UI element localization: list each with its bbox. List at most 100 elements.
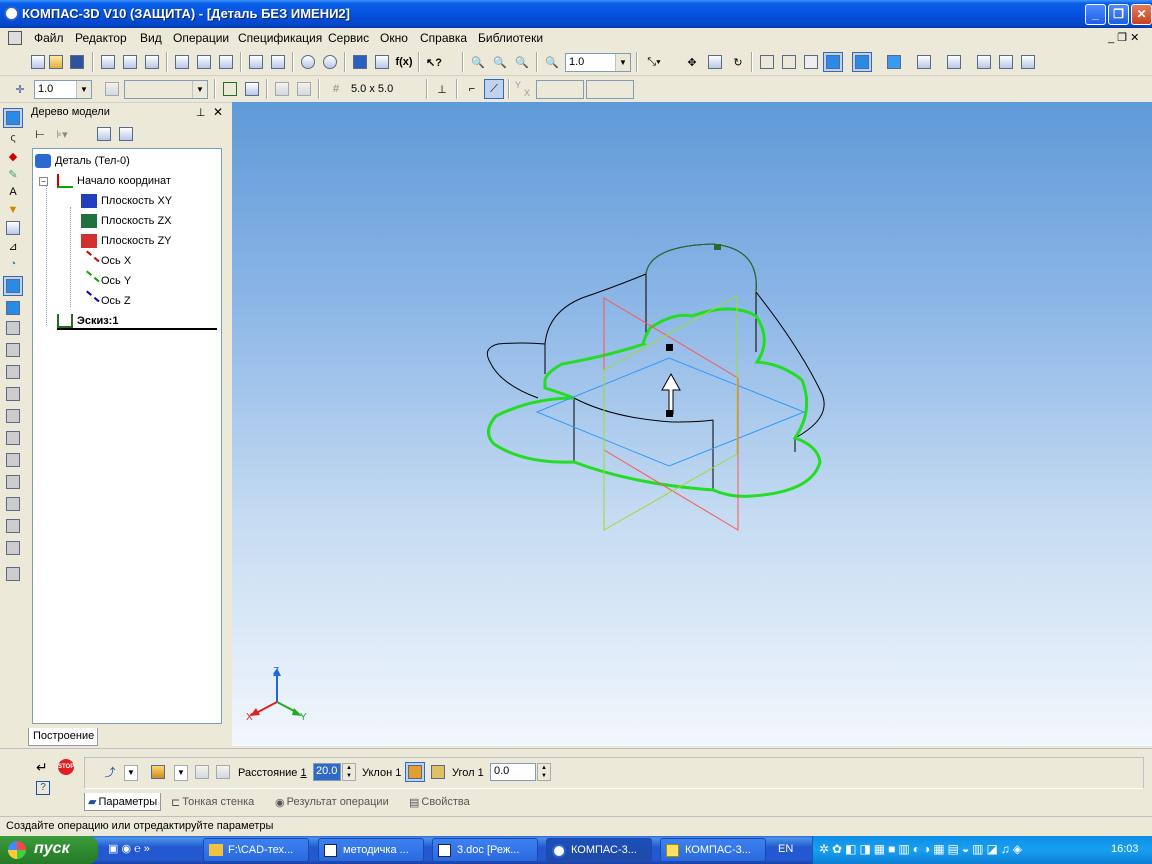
tree-item-origin[interactable]: Начало координат [57,174,171,188]
tree-export-icon[interactable] [116,124,136,144]
paste-icon[interactable] [216,52,236,72]
shaded-icon[interactable] [823,52,843,72]
wireframe-icon[interactable] [757,52,777,72]
tree-item-axis-x[interactable]: Ось X [78,250,131,272]
sketch-icon[interactable] [220,79,240,99]
tab-parameters[interactable]: ▰ Параметры [84,793,162,811]
taskbar-item-explorer[interactable]: F:\CAD-тех... [203,838,309,862]
create-object-icon[interactable]: ↵ [36,759,48,776]
edit-pencil-icon[interactable] [996,52,1016,72]
menu-specification[interactable]: Спецификация [238,31,322,45]
slope-toggle-icon[interactable] [405,762,425,782]
tree-view-icon[interactable]: ⊧▾ [52,124,72,144]
tree-item-detail[interactable]: Деталь (Тел-0) [35,154,130,168]
extrude-type-dropdown[interactable]: ▼ [174,765,188,781]
cut-extrude-icon[interactable] [3,298,23,318]
shell-icon[interactable] [3,428,23,448]
new-document-icon[interactable] [28,52,48,72]
taskbar-item-word-2[interactable]: 3.doc [Реж... [432,838,538,862]
cut-icon[interactable] [172,52,192,72]
tab-construction[interactable]: Построение [28,728,98,746]
section-op-icon[interactable] [3,472,23,492]
minimize-button[interactable]: _ [1085,4,1106,25]
distance-spinner[interactable]: ▲ ▼ [342,763,356,781]
tree-item-axis-y[interactable]: Ось Y [78,270,131,292]
zoom-out-icon[interactable]: 🔍 [512,52,532,72]
rib-icon[interactable] [3,406,23,426]
close-panel-icon[interactable]: ✕ [213,105,223,119]
3d-viewport[interactable]: Z X Y [232,102,1152,746]
copy-icon[interactable] [194,52,214,72]
taskbar-item-word-1[interactable]: методичка ... [318,838,424,862]
variables-fx-icon[interactable]: f(x) [394,52,414,72]
menu-window[interactable]: Окно [380,31,408,45]
pencil-icon[interactable] [294,79,314,99]
designations-icon[interactable]: A [3,182,23,202]
model-drawing[interactable]: Z X Y [232,102,1152,746]
undo-icon[interactable] [298,52,318,72]
tab-properties[interactable]: ▤ Свойства [406,793,473,811]
thin-lines-icon[interactable] [801,52,821,72]
rotate-op-icon[interactable] [3,318,23,338]
object-icon-2[interactable] [213,762,233,782]
menu-file[interactable]: Файл [34,31,64,45]
print-icon[interactable] [98,52,118,72]
view-points-icon[interactable]: ◆ [3,146,23,166]
print-preview-icon[interactable] [120,52,140,72]
object-icon-1[interactable] [192,762,212,782]
stop-icon[interactable]: STOP [58,759,74,775]
slope-icon[interactable] [3,450,23,470]
help-pointer-icon[interactable]: ↖? [424,52,444,72]
spec-object-icon[interactable] [974,52,994,72]
snap-point-icon[interactable]: ✛ [10,79,30,99]
zoom-window-icon[interactable]: 🔍 [468,52,488,72]
orientation-icon[interactable]: ⤡▾ [644,52,664,72]
loft-icon[interactable] [3,340,23,360]
tree-item-plane-zx[interactable]: Плоскость ZX [81,214,172,228]
filter-icon[interactable]: ▼ [3,200,23,220]
hole-icon[interactable] [3,538,23,558]
local-cs-icon[interactable]: ⊥ [432,79,452,99]
menu-edit[interactable]: Редактор [75,31,127,45]
taskbar-item-kompas-help[interactable]: КОМПАС-3... [660,838,766,862]
distance-input[interactable]: 20.0 [313,763,341,781]
tree-item-plane-xy[interactable]: Плоскость XY [81,194,172,208]
tree-item-plane-zy[interactable]: Плоскость ZY [81,234,172,248]
angle-input[interactable]: 0.0 [490,763,536,781]
open-folder-icon[interactable] [46,52,66,72]
clock[interactable]: 16:03 [1111,843,1139,855]
menu-libraries[interactable]: Библиотеки [478,31,543,45]
quick-launch-icons[interactable]: ▣ ◉ ℮ » [108,842,150,855]
menu-operations[interactable]: Операции [173,31,229,45]
grid-icon[interactable]: # [326,79,346,99]
document-icon[interactable] [8,31,22,45]
extrude-icon[interactable] [3,276,23,296]
library-icon[interactable] [372,52,392,72]
menu-service[interactable]: Сервис [328,31,369,45]
coord-x-field[interactable] [536,80,584,99]
help-icon[interactable]: ? [36,781,50,795]
fillet-icon[interactable] [3,362,23,382]
extrude-type-icon[interactable] [148,762,168,782]
manager-icon[interactable] [350,52,370,72]
properties-icon[interactable] [142,52,162,72]
geometry-icon[interactable]: ς [3,128,23,148]
tree-report-icon[interactable] [94,124,114,144]
section-icon[interactable] [914,52,934,72]
hidden-lines-icon[interactable] [779,52,799,72]
zoom-scale-icon[interactable]: 🔍 [542,52,562,72]
tab-operation-result[interactable]: ◉ Результат операции [272,793,392,811]
tree-structure-icon[interactable]: ⊢ [30,124,50,144]
tree-item-sketch[interactable]: Эскиз:1 [57,314,217,330]
list-icon[interactable] [268,52,288,72]
show-all-icon[interactable] [705,52,725,72]
pan-icon[interactable]: ✥ [682,52,702,72]
report-icon[interactable] [3,218,23,238]
mirror-icon[interactable] [3,516,23,536]
display-icon[interactable] [1018,52,1038,72]
menu-view[interactable]: Вид [140,31,162,45]
more-tools-icon[interactable] [3,564,23,584]
format-brush-icon[interactable] [246,52,266,72]
surface-icon[interactable]: ◔ [3,254,23,274]
perspective-icon[interactable] [884,52,904,72]
